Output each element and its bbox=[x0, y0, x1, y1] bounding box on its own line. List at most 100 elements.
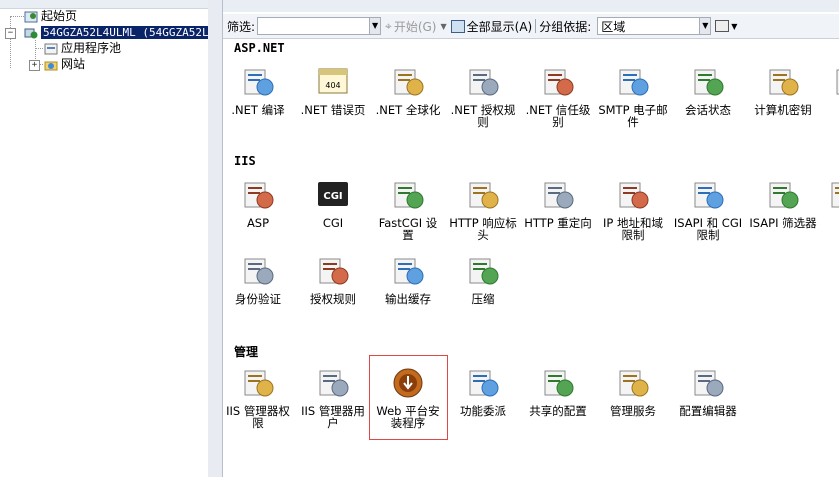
http-headers-icon bbox=[465, 179, 501, 213]
feature-label: 功能委派 bbox=[460, 404, 506, 418]
connections-tree: 起始页 − 54GGZA52L4ULML (54GGZA52L4 应用程序池 +… bbox=[0, 0, 218, 477]
output-cache-icon bbox=[390, 255, 426, 289]
start-button[interactable]: ⌖ 开始(G) bbox=[385, 18, 436, 35]
tree-item-label: 起始页 bbox=[41, 9, 78, 23]
feature-item[interactable]: CGI CGI bbox=[298, 179, 368, 229]
chevron-down-icon[interactable]: ▼ bbox=[699, 18, 711, 34]
feature-item[interactable]: 身份验证 bbox=[223, 255, 293, 305]
group-by-value: 区域 bbox=[601, 19, 626, 34]
feature-label: 压缩 bbox=[471, 292, 495, 306]
net-authorization-icon bbox=[465, 66, 501, 100]
feature-label: 会话状态 bbox=[685, 103, 731, 117]
feature-label: IIS 管理器用户 bbox=[301, 404, 365, 430]
feature-item[interactable]: 配置编辑器 bbox=[673, 367, 743, 417]
filter-input[interactable]: ▼ bbox=[257, 17, 382, 35]
tree-item-server[interactable]: 54GGZA52L4ULML (54GGZA52L4 bbox=[24, 24, 218, 40]
start-button-label: 开始(G) bbox=[393, 19, 437, 34]
tree-item-sites[interactable]: 网站 bbox=[44, 56, 85, 72]
feature-item[interactable]: IIS 管理器用户 bbox=[298, 367, 368, 429]
feature-label: .NET 授权规则 bbox=[450, 103, 516, 129]
feature-label: 共享的配置 bbox=[529, 404, 587, 418]
svg-text:404: 404 bbox=[325, 81, 340, 90]
feature-item[interactable]: 输出缓存 bbox=[373, 255, 443, 305]
selection-highlight bbox=[369, 355, 448, 440]
collapse-icon[interactable]: − bbox=[5, 28, 16, 39]
session-state-icon bbox=[690, 66, 726, 100]
feature-item[interactable]: .NET 授权规则 bbox=[448, 66, 518, 128]
features-view: 筛选: ▼ ⌖ 开始(G) ▼ 全部显示(A) 分组依据: 区域 ▼ ▼ ASP… bbox=[223, 0, 839, 477]
feature-label: 配置编辑器 bbox=[679, 404, 737, 418]
section-title-management: 管理 bbox=[234, 345, 259, 359]
feature-item[interactable]: .NET 信任级别 bbox=[523, 66, 593, 128]
feature-label: M bbox=[810, 217, 839, 229]
authentication-icon bbox=[240, 255, 276, 289]
feature-item[interactable]: 压缩 bbox=[448, 255, 518, 305]
feature-item[interactable]: SMTP 电子邮件 bbox=[598, 66, 668, 128]
feature-item[interactable]: HTTP 响应标头 bbox=[448, 179, 518, 241]
feature-item[interactable]: .NET 全球化 bbox=[373, 66, 443, 116]
smtp-email-icon bbox=[615, 66, 651, 100]
ip-restrictions-icon bbox=[615, 179, 651, 213]
feature-item[interactable]: 共享的配置 bbox=[523, 367, 593, 417]
net-globalization-icon bbox=[390, 66, 426, 100]
filter-label: 筛选: bbox=[227, 19, 256, 34]
feature-item[interactable]: IIS 管理器权限 bbox=[223, 367, 293, 429]
tree-item-app-pools[interactable]: 应用程序池 bbox=[44, 40, 121, 56]
net-trust-icon bbox=[540, 66, 576, 100]
feature-item[interactable]: ISAPI 和 CGI 限制 bbox=[673, 179, 743, 241]
net-compile-icon bbox=[240, 66, 276, 100]
feature-label: IIS 管理器权限 bbox=[226, 404, 290, 430]
splitter[interactable] bbox=[208, 0, 223, 477]
feature-item[interactable]: HTTP 重定向 bbox=[523, 179, 593, 229]
feature-item[interactable]: 会话状态 bbox=[673, 66, 743, 116]
config-editor-icon bbox=[690, 367, 726, 401]
feature-label: .NET 错误页 bbox=[300, 103, 366, 117]
tree-item-label: 网站 bbox=[61, 57, 86, 71]
feature-label: 输出缓存 bbox=[385, 292, 431, 306]
expand-icon[interactable]: + bbox=[29, 60, 40, 71]
feature-label: .NET 编译 bbox=[231, 103, 285, 117]
tree-item-start-page[interactable]: 起始页 bbox=[24, 8, 77, 24]
toolbar-separator bbox=[535, 19, 537, 33]
feature-label: 连 bbox=[815, 104, 839, 116]
http-redirect-icon bbox=[540, 179, 576, 213]
chevron-down-icon: ▼ bbox=[731, 21, 738, 31]
cgi-icon: CGI bbox=[315, 179, 351, 213]
tree-item-label: 应用程序池 bbox=[61, 41, 122, 55]
show-all-button[interactable]: 全部显示(A) bbox=[450, 18, 532, 35]
feature-label: ISAPI 筛选器 bbox=[749, 216, 817, 230]
feature-item[interactable]: 管理服务 bbox=[598, 367, 668, 417]
feature-item[interactable]: IP 地址和域限制 bbox=[598, 179, 668, 241]
svg-text:CGI: CGI bbox=[323, 191, 342, 202]
feature-label: 计算机密钥 bbox=[754, 103, 812, 117]
filter-toolbar: 筛选: ▼ ⌖ 开始(G) ▼ 全部显示(A) 分组依据: 区域 ▼ ▼ bbox=[223, 14, 839, 39]
feature-item[interactable]: 计算机密钥 bbox=[748, 66, 818, 116]
feature-label: FastCGI 设置 bbox=[378, 216, 438, 242]
net-error-page-icon: 404 bbox=[315, 66, 351, 100]
feature-item[interactable]: ASP bbox=[223, 179, 293, 229]
view-mode-button[interactable]: ▼ bbox=[715, 20, 737, 32]
feature-item[interactable]: FastCGI 设置 bbox=[373, 179, 443, 241]
feature-item[interactable]: M bbox=[810, 179, 839, 229]
feature-item[interactable]: 404 .NET 错误页 bbox=[298, 66, 368, 116]
feature-label: .NET 信任级别 bbox=[525, 103, 591, 129]
asp-icon bbox=[240, 179, 276, 213]
feature-item[interactable]: 连 bbox=[815, 66, 839, 116]
binoculars-icon: ⌖ bbox=[385, 18, 392, 33]
group-by-select[interactable]: 区域 ▼ bbox=[597, 17, 712, 35]
feature-item[interactable]: .NET 编译 bbox=[223, 66, 293, 116]
group-by-label: 分组依据: bbox=[539, 19, 592, 34]
app-pool-icon bbox=[44, 42, 58, 56]
machine-key-icon bbox=[765, 66, 801, 100]
feature-label: ISAPI 和 CGI 限制 bbox=[673, 216, 743, 242]
mime-icon bbox=[827, 179, 839, 213]
feature-item[interactable]: ISAPI 筛选器 bbox=[748, 179, 818, 229]
chevron-down-icon[interactable]: ▼ bbox=[369, 18, 381, 34]
feature-item[interactable]: 功能委派 bbox=[448, 367, 518, 417]
feature-label: SMTP 电子邮件 bbox=[598, 103, 668, 129]
section-title-aspnet: ASP.NET bbox=[234, 41, 285, 55]
dropdown-arrow[interactable]: ▼ bbox=[440, 22, 446, 31]
feature-label: 授权规则 bbox=[310, 292, 356, 306]
feature-item[interactable]: 授权规则 bbox=[298, 255, 368, 305]
connection-icon bbox=[832, 66, 839, 100]
